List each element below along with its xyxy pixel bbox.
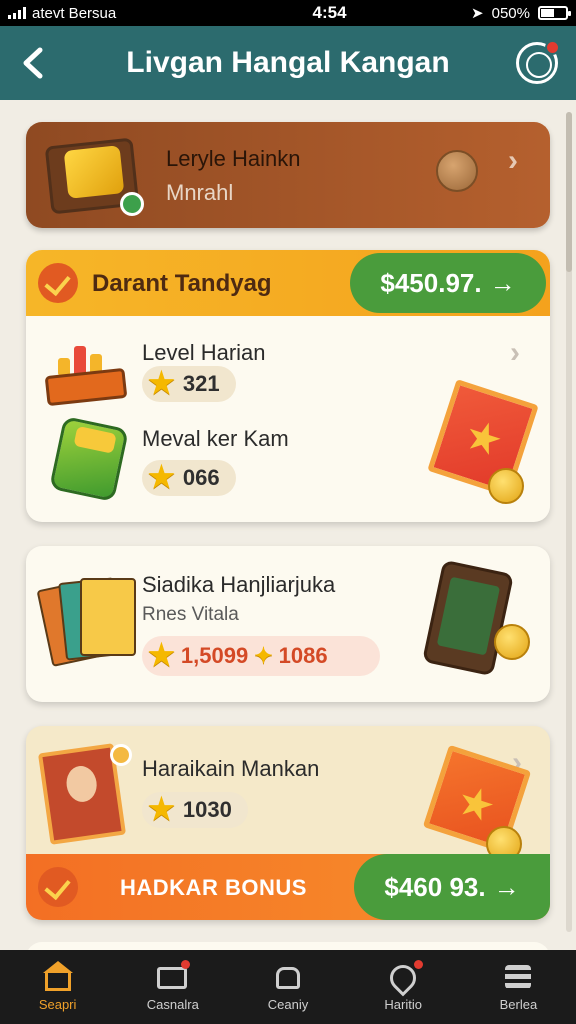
- reward-value-b: 1086: [278, 643, 328, 668]
- chevron-left-icon: [23, 47, 43, 79]
- page-title: Livgan Hangal Kangan: [126, 46, 450, 79]
- bonus-amount: $460 93.: [384, 871, 486, 902]
- clock: 4:54: [312, 3, 347, 22]
- status-bar: atevt Bersua 4:54 ➤ 050%: [0, 0, 576, 26]
- arrow-right-icon: →: [489, 267, 516, 298]
- star-count-pill: ★ 1030: [142, 792, 248, 828]
- bottom-nav: Seapri Casnalra Ceaniy Haritio Berlea: [0, 950, 576, 1024]
- nav-label: Casnalra: [146, 996, 199, 1012]
- back-button[interactable]: [18, 44, 52, 82]
- star-icon: ★: [148, 367, 175, 400]
- bonus-card-title: Haraikain Mankan: [142, 756, 320, 781]
- bonus-bar[interactable]: HADKAR BONUS $460 93. →: [26, 854, 550, 920]
- wallet-icon: [49, 415, 129, 503]
- bag-icon: [272, 963, 304, 991]
- featured-card[interactable]: Leryle Hainkn Mnrahl ›: [26, 122, 550, 228]
- star-icon: ★: [148, 461, 175, 494]
- books-icon: [36, 570, 140, 667]
- chevron-right-icon[interactable]: ›: [508, 144, 518, 178]
- star-count: 066: [182, 465, 220, 490]
- star-count-pill: ★ 066: [142, 460, 236, 496]
- claim-amount: $450.97.: [380, 267, 482, 298]
- nav-item-location[interactable]: Haritio: [346, 950, 461, 1024]
- nav-label: Haritio: [384, 996, 422, 1012]
- star-icon: ★: [148, 639, 175, 672]
- star-count-pill: ★ 321: [142, 366, 236, 402]
- checkmark-icon: [38, 867, 78, 907]
- notification-dot: [545, 40, 560, 55]
- star-icon: ★: [148, 793, 175, 826]
- notification-dot: [413, 960, 423, 969]
- nav-item-stack[interactable]: Berlea: [461, 950, 576, 1024]
- notification-dot: [181, 960, 191, 969]
- coin-icon: [494, 624, 530, 660]
- banner-title: Darant Tandyag: [92, 270, 272, 297]
- home-icon: [42, 960, 74, 991]
- app-header: Livgan Hangal Kangan: [0, 26, 576, 100]
- scrollbar[interactable]: [566, 112, 572, 932]
- nav-item-inbox[interactable]: Casnalra: [115, 950, 230, 1024]
- battery-label: 050%: [491, 4, 530, 22]
- nav-label: Berlea: [499, 996, 538, 1012]
- trophy-plaque-icon: [44, 336, 128, 408]
- location-arrow-icon: ➤: [471, 5, 484, 22]
- quest-title: Siadika Hanjliarjuka: [142, 572, 336, 597]
- reward-pill: ★ 1,5099 ✦ 1086: [142, 636, 380, 676]
- featured-subtitle: Mnrahl: [166, 180, 234, 205]
- scrollbar-thumb[interactable]: [566, 112, 572, 272]
- claim-amount-button[interactable]: $450.97. →: [350, 253, 546, 313]
- row-title-meval: Meval ker Kam: [142, 426, 289, 451]
- nav-item-bag[interactable]: Ceaniy: [230, 950, 345, 1024]
- star-count: 1030: [182, 797, 232, 822]
- coin-icon: [436, 150, 478, 192]
- nav-label: Ceaniy: [267, 996, 309, 1012]
- coin-icon: [488, 468, 524, 504]
- featured-title: Leryle Hainkn: [166, 146, 301, 171]
- quest-subtitle: Rnes Vitala: [142, 604, 239, 625]
- stack-icon: [502, 963, 534, 991]
- reward-value-a: 1,5099: [180, 643, 249, 668]
- bonus-label: HADKAR BONUS: [120, 875, 307, 900]
- settings-button[interactable]: [516, 40, 560, 84]
- checkmark-icon: [38, 263, 78, 303]
- signal-icon: [8, 7, 26, 19]
- carrier-label: atevt Bersua: [32, 4, 117, 22]
- bonus-card: Haraikain Mankan ★ 1030 › HADKAR BONUS $…: [26, 726, 550, 920]
- badge-icon: [110, 744, 132, 766]
- nav-item-home[interactable]: Seapri: [0, 950, 115, 1024]
- treasure-chest-icon: [44, 134, 146, 216]
- quest-card[interactable]: Siadika Hanjliarjuka Rnes Vitala ★ 1,509…: [26, 546, 550, 702]
- tablet-icon: [421, 559, 515, 677]
- sparkle-icon: ✦: [254, 643, 273, 668]
- chevron-right-icon[interactable]: ›: [510, 336, 520, 370]
- bonus-claim-button[interactable]: $460 93. →: [354, 854, 550, 920]
- nav-label: Seapri: [38, 996, 77, 1012]
- arrow-right-icon: →: [493, 871, 520, 902]
- daily-banner[interactable]: Darant Tandyag $450.97. →: [26, 250, 550, 316]
- star-count: 321: [182, 371, 220, 396]
- row-title-level: Level Harian: [142, 340, 266, 365]
- battery-icon: [538, 6, 571, 20]
- daily-card: Darant Tandyag $450.97. → Level Harian ›…: [26, 250, 550, 522]
